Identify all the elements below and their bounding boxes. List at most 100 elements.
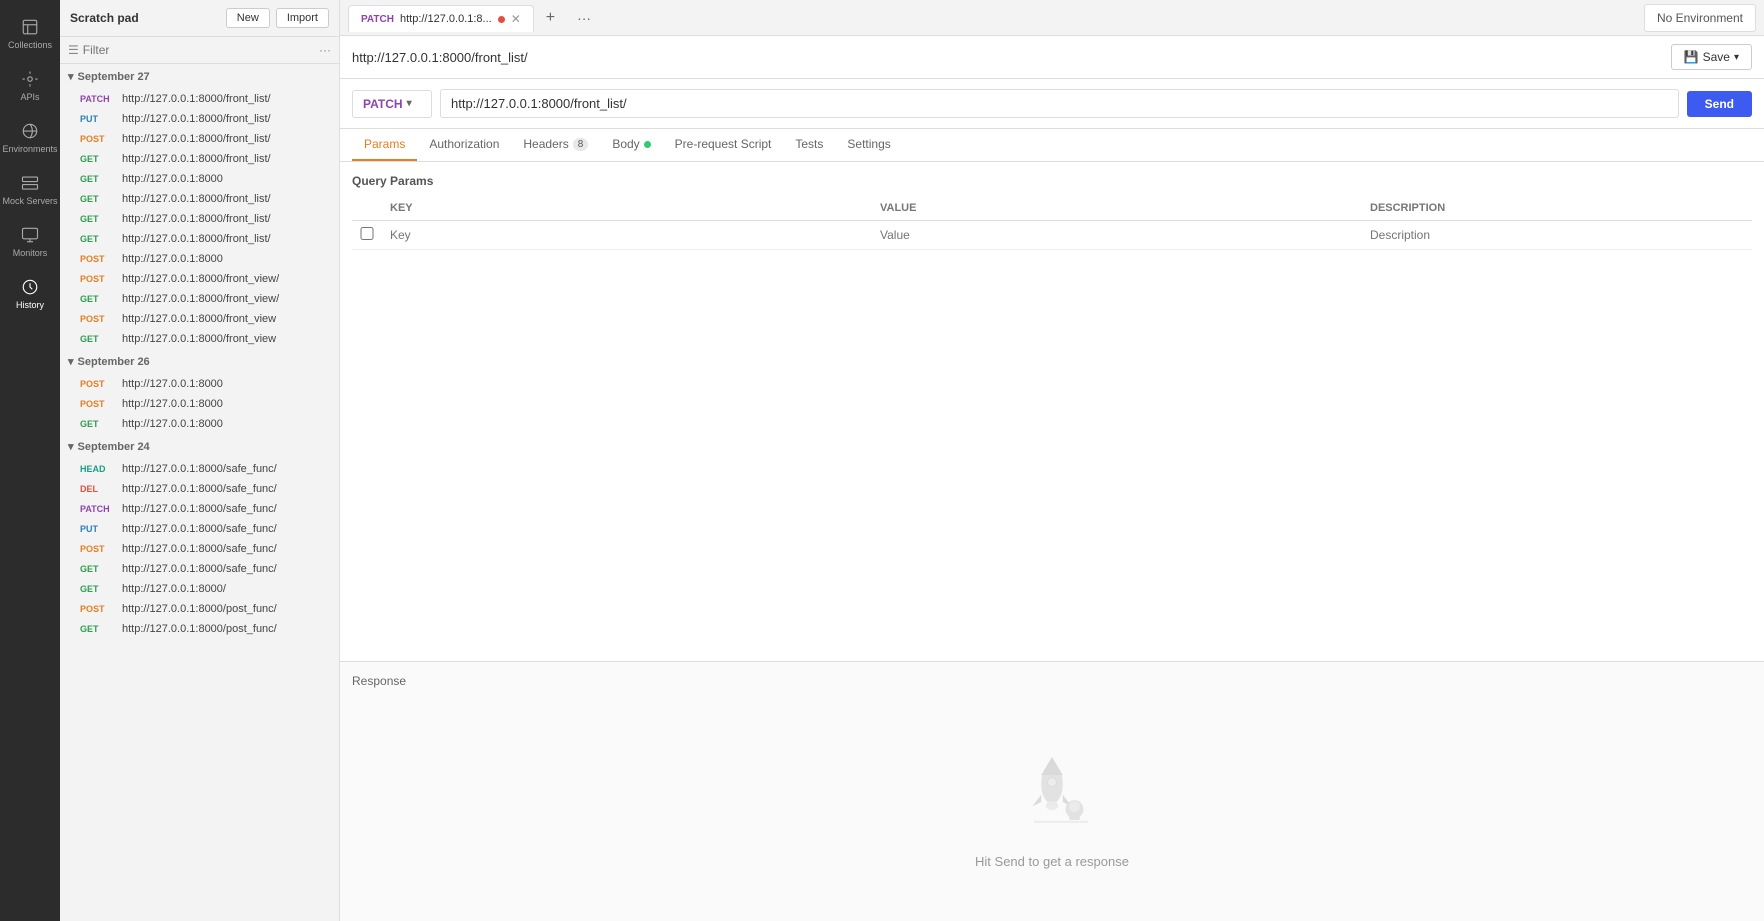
history-url: http://127.0.0.1:8000/front_view <box>122 333 276 345</box>
left-panel: Scratch pad New Import ☰ ··· ▾September … <box>60 0 340 921</box>
left-panel-toolbar: ☰ ··· <box>60 37 339 64</box>
list-item[interactable]: POST http://127.0.0.1:8000/front_view <box>60 309 339 329</box>
new-tab-button[interactable]: + <box>536 3 565 33</box>
method-select[interactable]: PATCH ▾ <box>352 90 432 118</box>
list-item[interactable]: PUT http://127.0.0.1:8000/safe_func/ <box>60 519 339 539</box>
import-button[interactable]: Import <box>276 8 329 28</box>
sidebar-item-apis[interactable]: APIs <box>0 60 60 112</box>
history-url: http://127.0.0.1:8000 <box>122 398 223 410</box>
filter-icon: ☰ <box>68 43 79 57</box>
list-item[interactable]: POST http://127.0.0.1:8000 <box>60 374 339 394</box>
list-item[interactable]: DEL http://127.0.0.1:8000/safe_func/ <box>60 479 339 499</box>
list-item[interactable]: GET http://127.0.0.1:8000/post_func/ <box>60 619 339 639</box>
filter-input[interactable] <box>83 43 319 57</box>
tab-label: Body <box>612 137 639 151</box>
params-col-description: DESCRIPTION <box>1362 196 1752 221</box>
list-item[interactable]: GET http://127.0.0.1:8000/front_list/ <box>60 149 339 169</box>
history-url: http://127.0.0.1:8000/safe_func/ <box>122 543 277 555</box>
history-url: http://127.0.0.1:8000/front_view <box>122 313 276 325</box>
history-url: http://127.0.0.1:8000/front_list/ <box>122 233 271 245</box>
no-environment-button[interactable]: No Environment <box>1644 4 1756 32</box>
collapse-icon: ▾ <box>68 440 74 453</box>
sidebar-item-environments[interactable]: Environments <box>0 112 60 164</box>
tab-label: Tests <box>795 137 823 151</box>
response-empty-state: Hit Send to get a response <box>352 708 1752 909</box>
list-item[interactable]: GET http://127.0.0.1:8000/front_list/ <box>60 209 339 229</box>
params-row-checkbox-cell <box>352 221 382 250</box>
list-item[interactable]: GET http://127.0.0.1:8000 <box>60 414 339 434</box>
save-icon: 💾 <box>1684 50 1699 64</box>
history-url: http://127.0.0.1:8000 <box>122 253 223 265</box>
url-display: http://127.0.0.1:8000/front_list/ <box>352 50 1671 65</box>
save-button[interactable]: 💾 Save ▾ <box>1671 44 1752 70</box>
tab-settings[interactable]: Settings <box>835 129 902 161</box>
list-item[interactable]: POST http://127.0.0.1:8000/front_view/ <box>60 269 339 289</box>
sidebar-item-monitors[interactable]: Monitors <box>0 216 60 268</box>
tab-label: Headers <box>523 137 568 151</box>
history-url: http://127.0.0.1:8000/safe_func/ <box>122 463 277 475</box>
tab-params[interactable]: Params <box>352 129 417 161</box>
list-item[interactable]: POST http://127.0.0.1:8000/safe_func/ <box>60 539 339 559</box>
tab-label: Settings <box>847 137 890 151</box>
sidebar-item-history[interactable]: History <box>0 268 60 320</box>
tab-headers[interactable]: Headers8 <box>511 129 600 161</box>
tab-tests[interactable]: Tests <box>783 129 835 161</box>
method-badge: POST <box>80 399 116 409</box>
tab-pre-request-script[interactable]: Pre-request Script <box>663 129 784 161</box>
params-empty-row <box>352 221 1752 250</box>
history-url: http://127.0.0.1:8000/safe_func/ <box>122 563 277 575</box>
history-url: http://127.0.0.1:8000 <box>122 418 223 430</box>
history-group-header[interactable]: ▾ September 27 <box>60 64 339 89</box>
tab-authorization[interactable]: Authorization <box>417 129 511 161</box>
method-label: PATCH <box>363 97 403 111</box>
tab-body[interactable]: Body <box>600 129 662 161</box>
method-badge: POST <box>80 379 116 389</box>
sidebar-item-collections[interactable]: Collections <box>0 8 60 60</box>
sidebar-item-mock-servers[interactable]: Mock Servers <box>0 164 60 216</box>
list-item[interactable]: PUT http://127.0.0.1:8000/front_list/ <box>60 109 339 129</box>
collapse-icon: ▾ <box>68 70 74 83</box>
method-badge: GET <box>80 419 116 429</box>
list-item[interactable]: GET http://127.0.0.1:8000/front_view/ <box>60 289 339 309</box>
list-item[interactable]: GET http://127.0.0.1:8000/safe_func/ <box>60 559 339 579</box>
list-item[interactable]: POST http://127.0.0.1:8000/front_list/ <box>60 129 339 149</box>
params-description-input[interactable] <box>1370 228 1744 242</box>
group-date: September 27 <box>78 71 150 83</box>
list-item[interactable]: POST http://127.0.0.1:8000 <box>60 249 339 269</box>
method-badge: PUT <box>80 524 116 534</box>
list-item[interactable]: GET http://127.0.0.1:8000/front_view <box>60 329 339 349</box>
method-badge: GET <box>80 294 116 304</box>
method-badge: GET <box>80 334 116 344</box>
send-button[interactable]: Send <box>1687 91 1752 117</box>
tab-label: Params <box>364 137 405 151</box>
list-item[interactable]: GET http://127.0.0.1:8000/front_list/ <box>60 229 339 249</box>
list-item[interactable]: PATCH http://127.0.0.1:8000/safe_func/ <box>60 499 339 519</box>
tab-close-icon[interactable]: ✕ <box>511 12 521 26</box>
sidebar-item-label: Monitors <box>13 248 48 258</box>
list-item[interactable]: GET http://127.0.0.1:8000/front_list/ <box>60 189 339 209</box>
history-group-header[interactable]: ▾September 26 <box>60 349 339 374</box>
method-badge: POST <box>80 544 116 554</box>
more-options-icon[interactable]: ··· <box>319 43 331 57</box>
new-button[interactable]: New <box>226 8 270 28</box>
list-item[interactable]: HEAD http://127.0.0.1:8000/safe_func/ <box>60 459 339 479</box>
list-item[interactable]: POST http://127.0.0.1:8000/post_func/ <box>60 599 339 619</box>
list-item[interactable]: GET http://127.0.0.1:8000 <box>60 169 339 189</box>
list-item[interactable]: POST http://127.0.0.1:8000 <box>60 394 339 414</box>
params-col-key: KEY <box>382 196 872 221</box>
params-value-cell <box>872 221 1362 250</box>
params-description-cell <box>1362 221 1752 250</box>
history-url: http://127.0.0.1:8000 <box>122 378 223 390</box>
history-group: ▾September 26 POST http://127.0.0.1:8000… <box>60 349 339 434</box>
url-input[interactable] <box>440 89 1679 118</box>
method-badge: POST <box>80 254 116 264</box>
history-url: http://127.0.0.1:8000/front_view/ <box>122 273 279 285</box>
tab-more-button[interactable]: ··· <box>567 4 601 32</box>
params-row-checkbox[interactable] <box>360 227 374 240</box>
params-value-input[interactable] <box>880 228 1354 242</box>
list-item[interactable]: GET http://127.0.0.1:8000/ <box>60 579 339 599</box>
params-key-input[interactable] <box>390 228 864 242</box>
tab-item-patch[interactable]: PATCH http://127.0.0.1:8... ✕ <box>348 5 534 32</box>
list-item[interactable]: PATCH http://127.0.0.1:8000/front_list/ <box>60 89 339 109</box>
history-group-header[interactable]: ▾September 24 <box>60 434 339 459</box>
